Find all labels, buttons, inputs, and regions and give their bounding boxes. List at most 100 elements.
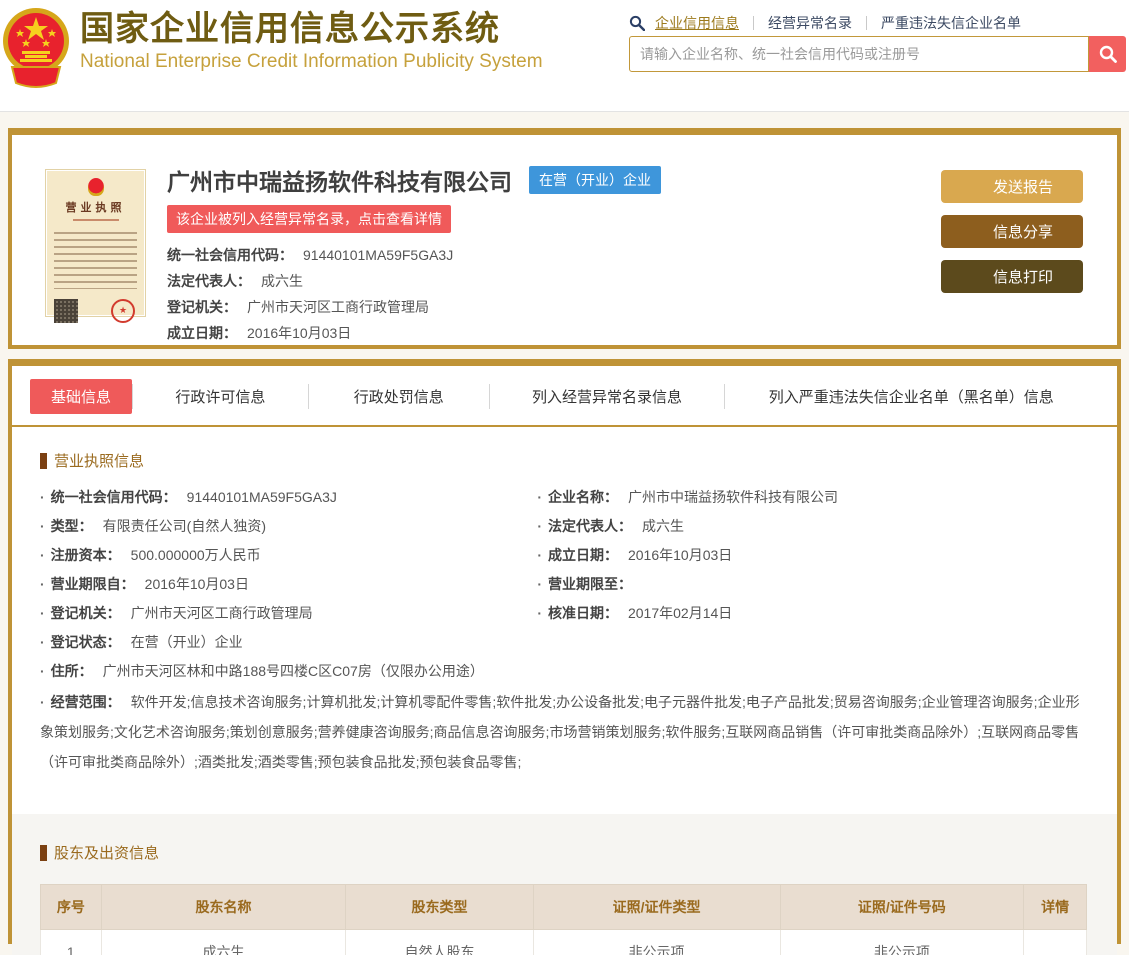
search-button-icon	[1099, 45, 1117, 63]
section-title-shareholders: 股东及出资信息	[40, 842, 1087, 863]
field-value: 91440101MA59F5GA3J	[186, 489, 337, 505]
field-label: 营业期限至：	[547, 576, 632, 592]
field-label: 注册资本：	[50, 547, 121, 563]
section-title-license: 营业执照信息	[40, 450, 1087, 471]
field-label: 住所：	[50, 663, 93, 679]
shareholder-section: 股东及出资信息 序号 股东名称 股东类型 证照/证件类型 证照/证件号码 详情 …	[12, 814, 1117, 955]
field-value: 广州市天河区林和中路188号四楼C区C07房（仅限办公用途）	[102, 663, 484, 679]
col-header-cert-number: 证照/证件号码	[779, 884, 1025, 930]
search-icon	[629, 15, 645, 31]
company-field-row: 统一社会信用代码： 91440101MA59F5GA3J	[167, 242, 867, 268]
col-header-detail: 详情	[1023, 884, 1087, 930]
search-input[interactable]	[629, 36, 1089, 72]
field-label: 成立日期：	[547, 547, 618, 563]
field-label: 企业名称：	[547, 489, 618, 505]
cell-type: 自然人股东	[345, 929, 534, 955]
license-serial-line	[72, 219, 119, 221]
field-value: 500.000000万人民币	[130, 547, 261, 563]
license-red-seal	[111, 299, 135, 323]
field-row: 登记机关： 广州市天河区工商行政管理局	[40, 599, 537, 628]
field-label: 法定代表人：	[547, 518, 632, 534]
section-title-text: 股东及出资信息	[54, 845, 160, 862]
field-label: 营业期限自：	[50, 576, 135, 592]
send-report-button[interactable]: 发送报告	[941, 170, 1083, 203]
search-button[interactable]	[1089, 36, 1126, 72]
field-row: 营业期限至：	[537, 570, 1087, 599]
fields-left-column: 统一社会信用代码： 91440101MA59F5GA3J 类型： 有限责任公司(自然…	[40, 483, 537, 657]
fields-right-column: 企业名称： 广州市中瑞益扬软件科技有限公司 法定代表人： 成六生 成立日期： 2016…	[537, 483, 1087, 657]
shareholder-table: 序号 股东名称 股东类型 证照/证件类型 证照/证件号码 详情 1 成六生 自然…	[40, 884, 1087, 955]
tab-blacklist-info[interactable]: 列入严重违法失信企业名单（黑名单）信息	[724, 384, 1097, 409]
field-value: 2017年02月14日	[627, 605, 733, 621]
field-label: 法定代表人：	[167, 273, 251, 289]
cell-index: 1	[40, 929, 102, 955]
site-title: 国家企业信用信息公示系统	[80, 10, 500, 48]
business-scope-row: 经营范围：软件开发;信息技术咨询服务;计算机批发;计算机零配件零售;软件批发;办…	[40, 687, 1087, 777]
cell-name: 成六生	[100, 929, 347, 955]
field-label: 统一社会信用代码：	[167, 247, 293, 263]
field-label: 登记机关：	[167, 299, 237, 315]
section-title-bar	[40, 844, 47, 861]
company-field-row: 法定代表人： 成六生	[167, 268, 867, 294]
tab-admin-license[interactable]: 行政许可信息	[132, 384, 308, 409]
share-info-button[interactable]: 信息分享	[941, 215, 1083, 248]
field-value: 广州市中瑞益扬软件科技有限公司	[627, 489, 838, 505]
field-value: 成六生	[261, 273, 303, 289]
field-value: 在营（开业）企业	[130, 634, 243, 650]
company-summary-card: 营业执照 广州市中瑞益扬软件科技有限公司 在营（开业）企业 该企业被列入经营异常…	[8, 128, 1121, 349]
field-value: 广州市天河区工商行政管理局	[130, 605, 313, 621]
tab-basic-info[interactable]: 基础信息	[30, 379, 133, 414]
field-value: 有限责任公司(自然人独资)	[102, 518, 266, 534]
nav-link-blacklist[interactable]: 严重违法失信企业名单	[867, 13, 1035, 33]
field-label: 登记机关：	[50, 605, 121, 621]
site-subtitle: National Enterprise Credit Information P…	[80, 51, 543, 72]
col-header-name: 股东名称	[100, 884, 347, 930]
tab-bar: 基础信息 行政许可信息 行政处罚信息 列入经营异常名录信息 列入严重违法失信企业…	[12, 366, 1117, 427]
field-row: 成立日期： 2016年10月03日	[537, 541, 1087, 570]
abnormal-warning-banner[interactable]: 该企业被列入经营异常名录，点击查看详情	[167, 205, 451, 233]
field-value: 软件开发;信息技术咨询服务;计算机批发;计算机零配件零售;软件批发;办公设备批发…	[40, 694, 1080, 770]
field-label: 统一社会信用代码：	[50, 489, 177, 505]
national-emblem-icon	[3, 8, 69, 88]
field-row: 注册资本： 500.000000万人民币	[40, 541, 537, 570]
field-row: 登记状态： 在营（开业）企业	[40, 628, 537, 657]
license-emblem-icon	[87, 178, 104, 196]
cell-detail	[1023, 929, 1087, 955]
tab-admin-penalty[interactable]: 行政处罚信息	[307, 384, 489, 409]
field-row: 核准日期： 2017年02月14日	[537, 599, 1087, 628]
nav-link-credit-info[interactable]: 企业信用信息	[653, 13, 753, 33]
site-titles: 国家企业信用信息公示系统 National Enterprise Credit …	[80, 9, 543, 73]
section-title-text: 营业执照信息	[54, 453, 145, 470]
business-license-thumbnail[interactable]: 营业执照	[45, 169, 146, 323]
field-value: 2016年10月03日	[247, 325, 352, 341]
search-bar	[629, 36, 1126, 72]
address-row: 住所： 广州市天河区林和中路188号四楼C区C07房（仅限办公用途）	[40, 657, 1087, 686]
print-info-button[interactable]: 信息打印	[941, 260, 1083, 293]
field-row: 企业名称： 广州市中瑞益扬软件科技有限公司	[537, 483, 1087, 512]
nav-link-abnormal-list[interactable]: 经营异常名录	[754, 13, 866, 33]
field-label: 核准日期：	[547, 605, 618, 621]
company-field-row: 成立日期： 2016年10月03日	[167, 320, 867, 346]
field-label: 登记状态：	[50, 634, 121, 650]
field-row: 营业期限自： 2016年10月03日	[40, 570, 537, 599]
table-row: 1 成六生 自然人股东 非公示项 非公示项	[40, 929, 1087, 955]
field-value: 91440101MA59F5GA3J	[303, 247, 454, 263]
detail-card: 基础信息 行政许可信息 行政处罚信息 列入经营异常名录信息 列入严重违法失信企业…	[8, 359, 1121, 955]
tab-abnormal-record[interactable]: 列入经营异常名录信息	[488, 384, 725, 409]
license-text-lines	[54, 227, 137, 289]
field-row: 统一社会信用代码： 91440101MA59F5GA3J	[40, 483, 537, 512]
license-qr-code	[54, 299, 78, 323]
site-header: 国家企业信用信息公示系统 National Enterprise Credit …	[0, 0, 1129, 112]
cell-cert-type: 非公示项	[532, 929, 781, 955]
status-badge: 在营（开业）企业	[529, 166, 661, 194]
company-info-block: 广州市中瑞益扬软件科技有限公司 在营（开业）企业 该企业被列入经营异常名录，点击…	[167, 163, 867, 346]
field-value: 成六生	[641, 518, 684, 534]
field-label: 经营范围：	[50, 694, 121, 710]
field-value: 广州市天河区工商行政管理局	[247, 299, 429, 315]
field-label: 成立日期：	[167, 325, 237, 341]
cell-cert-number: 非公示项	[779, 929, 1025, 955]
col-header-index: 序号	[40, 884, 102, 930]
field-row: 类型： 有限责任公司(自然人独资)	[40, 512, 537, 541]
field-row: 法定代表人： 成六生	[537, 512, 1087, 541]
field-value: 2016年10月03日	[144, 576, 249, 592]
